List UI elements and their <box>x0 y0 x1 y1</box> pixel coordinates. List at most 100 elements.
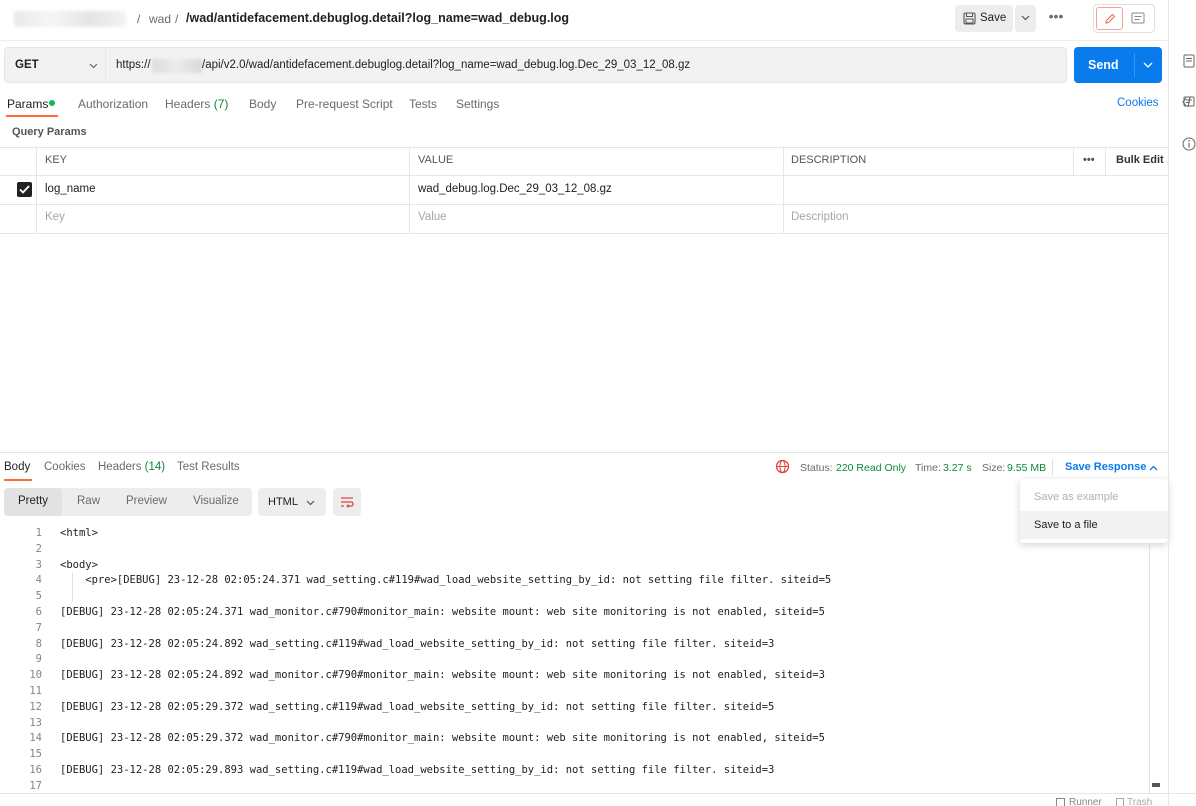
code-line: 2 <box>0 541 1150 557</box>
line-number: 7 <box>35 621 42 634</box>
edit-mode-button[interactable] <box>1096 7 1123 30</box>
chevron-down-icon[interactable] <box>1143 62 1153 68</box>
tab-pre-request-script[interactable]: Pre-request Script <box>296 97 393 111</box>
view-raw-button[interactable]: Raw <box>77 495 100 507</box>
info-icon[interactable] <box>1182 137 1196 151</box>
table-row: log_name wad_debug.log.Dec_29_03_12_08.g… <box>0 176 1168 204</box>
view-preview-button[interactable]: Preview <box>126 495 167 507</box>
param-key[interactable]: log_name <box>45 183 96 195</box>
code-line: 10 [DEBUG] 23-12-28 02:05:24.892 wad_moni… <box>0 667 1150 683</box>
chevron-down-icon <box>89 63 98 69</box>
code-text: [DEBUG] 23-12-28 02:05:29.372 wad_monito… <box>60 732 825 745</box>
line-number: 16 <box>29 764 42 776</box>
time-value[interactable]: 3.27 s <box>943 462 972 474</box>
code-line: 1 <html> <box>0 525 1150 541</box>
line-number: 9 <box>35 653 42 666</box>
scrollbar-thumb[interactable] <box>1152 783 1160 787</box>
view-visualize-button[interactable]: Visualize <box>193 495 239 507</box>
save-options-button[interactable] <box>1015 5 1036 32</box>
table-border <box>0 233 1168 234</box>
code-line: 11 <box>0 683 1150 699</box>
format-select[interactable]: HTML <box>258 488 326 516</box>
size-label: Size: <box>982 462 1006 474</box>
code-snippet-icon[interactable] <box>1182 96 1196 108</box>
active-tab-indicator <box>6 115 58 117</box>
response-tab-headers[interactable]: Headers (14) <box>98 461 165 473</box>
cookies-link[interactable]: Cookies <box>1117 97 1159 109</box>
code-text: [DEBUG] 23-12-28 02:05:24.892 wad_monito… <box>60 669 825 682</box>
status-label: Status: <box>800 462 833 474</box>
value-placeholder[interactable]: Value <box>418 211 447 223</box>
wrap-icon <box>341 497 354 508</box>
line-number: 13 <box>29 716 42 729</box>
menu-item-save-to-file[interactable]: Save to a file <box>1034 519 1098 531</box>
code-line: 12 [DEBUG] 23-12-28 02:05:29.372 wad_sett… <box>0 699 1150 715</box>
checkbox-icon[interactable] <box>17 182 32 197</box>
globe-icon[interactable] <box>775 459 790 474</box>
code-line: 8 [DEBUG] 23-12-28 02:05:24.892 wad_setti… <box>0 636 1150 652</box>
send-button[interactable]: Send <box>1074 47 1162 83</box>
chevron-up-icon <box>1149 465 1158 471</box>
code-line: 9 <box>0 651 1150 667</box>
code-line: 16 [DEBUG] 23-12-28 02:05:29.893 wad_sett… <box>0 762 1150 778</box>
line-number: 15 <box>29 748 42 761</box>
save-icon <box>963 12 976 25</box>
breadcrumb-collection[interactable]: wad <box>149 12 171 26</box>
tab-params[interactable]: Params <box>7 97 48 111</box>
bulk-edit-button[interactable]: Bulk Edit <box>1116 154 1164 166</box>
code-line: 13 <box>0 715 1150 731</box>
tab-headers-count: (7) <box>213 97 229 111</box>
comment-icon <box>1131 12 1145 24</box>
comments-mode-button[interactable] <box>1126 8 1150 29</box>
url-input[interactable]: https:// /api/v2.0/wad/antidefacement.de… <box>106 47 1067 83</box>
more-actions-button[interactable]: ••• <box>1044 8 1068 28</box>
description-placeholder[interactable]: Description <box>791 211 849 223</box>
response-tab-test-results[interactable]: Test Results <box>177 461 240 473</box>
code-line: 5 <box>0 588 1150 604</box>
url-path: /api/v2.0/wad/antidefacement.debuglog.de… <box>202 59 691 71</box>
save-response-label: Save Response <box>1065 461 1147 473</box>
response-tab-body[interactable]: Body <box>4 461 30 473</box>
code-line: 7 <box>0 620 1150 636</box>
scrollbar-track[interactable] <box>1149 545 1150 793</box>
request-title[interactable]: /wad/antidefacement.debuglog.detail?log_… <box>186 11 569 25</box>
code-line: 6 [DEBUG] 23-12-28 02:05:24.371 wad_monit… <box>0 604 1150 620</box>
column-options-button[interactable]: ••• <box>1083 154 1095 166</box>
key-placeholder[interactable]: Key <box>45 211 65 223</box>
tab-headers[interactable]: Headers (7) <box>165 97 228 111</box>
chevron-down-icon <box>1021 15 1030 21</box>
breadcrumb-workspace[interactable] <box>14 11 126 27</box>
tab-tests[interactable]: Tests <box>409 97 437 111</box>
response-body-editor[interactable]: 1 <html> 2 3 <body> 4 <pre>[DEBUG] 23-12-28 0… <box>0 525 1150 790</box>
response-tab-headers-count: (14) <box>144 461 166 473</box>
status-value[interactable]: 220 Read Only <box>836 462 906 474</box>
response-tab-cookies[interactable]: Cookies <box>44 461 86 473</box>
method-select[interactable]: GET <box>4 47 106 83</box>
save-response-button[interactable]: Save Response <box>1063 459 1163 477</box>
line-number: 11 <box>29 685 42 697</box>
view-pretty-button[interactable]: Pretty <box>18 495 48 507</box>
wrap-lines-button[interactable] <box>333 488 361 516</box>
code-line: 17 <box>0 778 1150 790</box>
code-text: [DEBUG] 23-12-28 02:05:29.372 wad_settin… <box>60 700 775 713</box>
trash-label: Trash <box>1127 797 1153 806</box>
menu-item-save-as-example[interactable]: Save as example <box>1034 491 1118 503</box>
param-value[interactable]: wad_debug.log.Dec_29_03_12_08.gz <box>418 183 612 195</box>
method-label: GET <box>15 59 39 71</box>
line-number: 8 <box>35 637 42 650</box>
breadcrumb-separator: / <box>137 12 141 26</box>
line-number: 17 <box>29 779 42 790</box>
code-line: 14 [DEBUG] 23-12-28 02:05:29.372 wad_moni… <box>0 730 1150 746</box>
runner-icon <box>1056 798 1065 806</box>
save-button[interactable]: Save <box>955 5 1013 32</box>
tab-headers-label: Headers <box>165 97 211 111</box>
documentation-icon[interactable] <box>1183 54 1195 68</box>
table-border <box>0 147 1168 148</box>
response-divider <box>0 452 1168 453</box>
tab-body[interactable]: Body <box>249 97 276 111</box>
line-number: 2 <box>35 542 42 555</box>
tab-authorization[interactable]: Authorization <box>78 97 148 111</box>
params-status-dot <box>49 100 55 106</box>
size-value[interactable]: 9.55 MB <box>1007 462 1046 474</box>
tab-settings[interactable]: Settings <box>456 97 499 111</box>
